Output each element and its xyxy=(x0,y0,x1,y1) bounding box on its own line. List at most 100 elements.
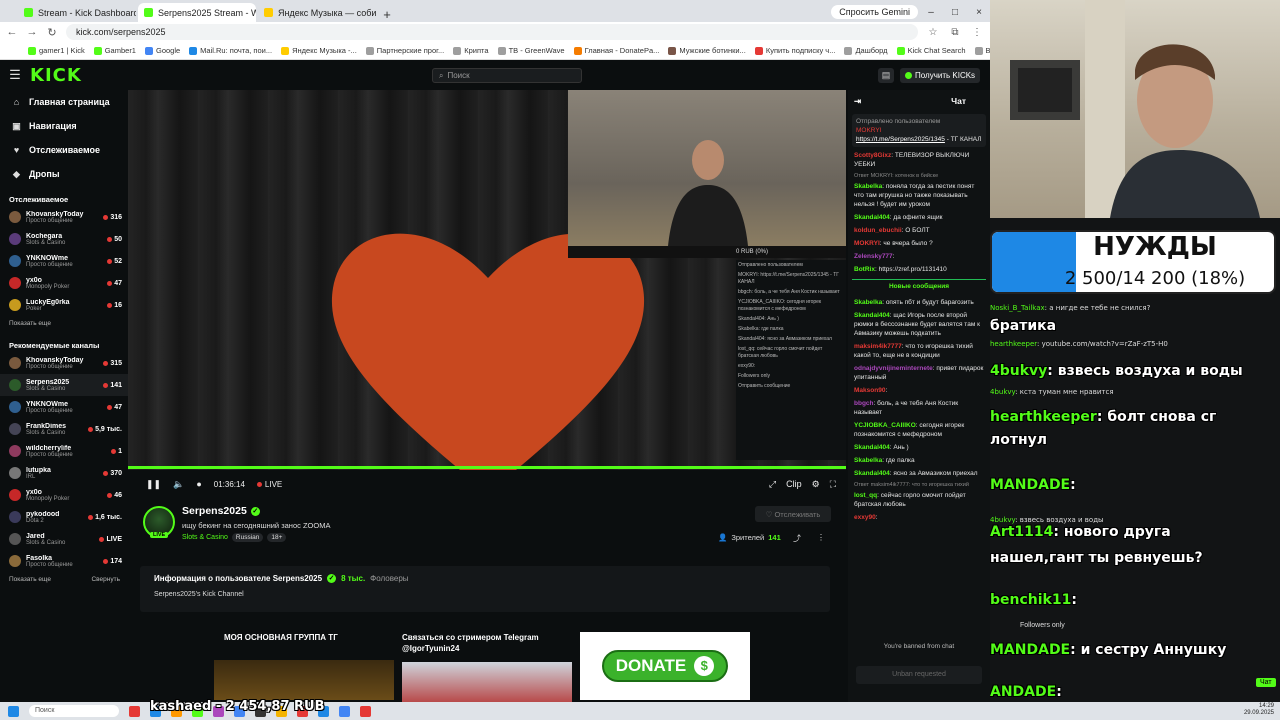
chat-username[interactable]: bbgch xyxy=(854,400,874,407)
panel-telegram-contact[interactable]: Связаться со стримером Telegram @IgorTyu… xyxy=(402,632,572,654)
video-player[interactable]: 0 RUB (0%) Отправлено пользователем MOKRY… xyxy=(128,90,846,470)
bookmark-item[interactable]: Kick Chat Search xyxy=(896,46,966,55)
sidebar-channel[interactable]: yx0o Monopoly Poker 46 xyxy=(0,484,128,506)
chat-message[interactable]: maksim4ik7777: что то игорешка тихий как… xyxy=(848,340,990,362)
donate-panel[interactable]: DONATE $ xyxy=(580,632,750,700)
reload-icon[interactable]: ↻ xyxy=(46,26,58,39)
bookmark-item[interactable]: Дашборд xyxy=(844,46,888,55)
panel-tg-group[interactable]: МОЯ ОСНОВНАЯ ГРУППА ТГ xyxy=(224,632,394,643)
bookmark-item[interactable]: Купить подписку ч... xyxy=(754,46,835,55)
sidebar-channel[interactable]: yx0o Monopoly Poker 47 xyxy=(0,272,128,294)
chat-username[interactable]: lost_qq xyxy=(854,492,877,499)
live-progress-bar[interactable] xyxy=(128,466,846,469)
chat-message[interactable]: Skandal404: щас Игорь после второй рюмки… xyxy=(848,309,990,340)
chat-username[interactable]: Skabelka xyxy=(854,183,882,190)
chat-message[interactable]: Skandal404: Ань ) xyxy=(848,441,990,454)
sidebar-channel[interactable]: pykodood Dota 2 1,6 тыс. xyxy=(0,506,128,528)
url-input[interactable]: kick.com/serpens2025 xyxy=(66,24,918,40)
sidebar-channel[interactable]: YNKNOWme Просто общение 52 xyxy=(0,250,128,272)
chat-message[interactable]: BotRix: https://zref.pro/1131410 xyxy=(848,263,990,276)
back-icon[interactable]: ← xyxy=(6,26,18,38)
chat-message[interactable]: Skandal404: ясно за Авмазиком приехал xyxy=(848,467,990,480)
clip-button[interactable]: Clip xyxy=(786,479,802,489)
tag-language[interactable]: Russian xyxy=(231,533,264,542)
pinned-message[interactable]: Отправлено пользователем MOKRYI https://… xyxy=(852,114,986,147)
sidebar-channel[interactable]: LuckyEg0rka Poker 16 xyxy=(0,294,128,316)
sidebar-channel[interactable]: wildcherrylife Просто общение 1 xyxy=(0,440,128,462)
bookmark-item[interactable]: gamer1 | Kick xyxy=(28,46,85,55)
volume-slider[interactable]: ● xyxy=(196,479,201,489)
pinned-user[interactable]: MOKRYI xyxy=(856,127,882,134)
bookmark-item[interactable]: Gamber1 xyxy=(93,46,136,55)
chat-username[interactable]: exxy90 xyxy=(854,514,876,521)
chat-message[interactable]: odnajdyvnijineminternete: привет пидарок… xyxy=(848,362,990,384)
kick-logo[interactable]: KICK xyxy=(30,65,82,86)
get-kicks-button[interactable]: Получить KICKs xyxy=(900,68,981,83)
share-icon[interactable]: ⤴ xyxy=(793,533,801,544)
taskbar-app-icon[interactable] xyxy=(360,705,371,717)
chat-username[interactable]: Skandal404 xyxy=(854,470,890,477)
show-more-following[interactable]: Показать еще xyxy=(0,316,128,332)
chat-username[interactable]: Skandal404 xyxy=(854,444,890,451)
gemini-button[interactable]: Спросить Gemini xyxy=(831,5,918,19)
bookmark-item[interactable]: Google xyxy=(144,46,180,55)
bookmark-item[interactable]: Mail.Ru: почта, пои... xyxy=(189,46,272,55)
bookmark-item[interactable]: TB - GreenWave xyxy=(497,46,565,55)
sidebar-channel[interactable]: KhovanskyToday Просто общение 315 xyxy=(0,352,128,374)
chat-message[interactable]: Skabelka: опять пбт и будут барагозить xyxy=(848,296,990,309)
pinned-link[interactable]: https://t.me/Serpens2025/1345 xyxy=(856,136,945,143)
show-more-recommended[interactable]: Показать еще xyxy=(9,572,51,588)
sidebar-channel[interactable]: YNKNOWme Просто общение 47 xyxy=(0,396,128,418)
close-window-icon[interactable]: × xyxy=(968,7,990,18)
sidebar-channel[interactable]: Serpens2025 Slots & Casino 141 xyxy=(0,374,128,396)
chat-message[interactable]: exxy90: xyxy=(848,511,990,524)
bookmark-item[interactable]: Яндекс Музыка -... xyxy=(281,46,357,55)
sidebar-nav-drops[interactable]: ◆ Дропы xyxy=(0,162,128,186)
fullscreen-icon[interactable]: ⛶ xyxy=(830,479,836,490)
chat-username[interactable]: Skabelka xyxy=(854,299,882,306)
sidebar-channel[interactable]: lutupka IRL 370 xyxy=(0,462,128,484)
chat-message[interactable]: MOKRYI: че вчера было ? xyxy=(848,237,990,250)
chat-message[interactable]: koldun_ebuchii: О БОЛТ xyxy=(848,224,990,237)
bookmark-item[interactable]: Крипта xyxy=(453,46,489,55)
category-link[interactable]: Slots & Casino xyxy=(182,534,228,541)
browser-tab[interactable]: Serpens2025 Stream - Watch L...× xyxy=(138,3,256,22)
chat-message[interactable]: YCJIOBKA_CAIIIKO: сегодня игорек познако… xyxy=(848,419,990,441)
volume-icon[interactable]: 🔈 xyxy=(173,479,184,490)
chat-message[interactable]: Zelensky777: xyxy=(848,250,990,263)
sidebar-nav-home[interactable]: ⌂ Главная страница xyxy=(0,90,128,114)
chat-username[interactable]: Zelensky777 xyxy=(854,253,893,260)
taskbar-search[interactable]: Поиск xyxy=(29,705,119,717)
chat-username[interactable]: BotRix xyxy=(854,266,875,273)
new-tab-button[interactable]: + xyxy=(378,7,396,22)
panel-tg-image[interactable] xyxy=(214,660,394,700)
pause-icon[interactable]: ❚❚ xyxy=(146,479,161,490)
overlay-chat-button[interactable]: Чат xyxy=(1256,678,1276,687)
library-icon[interactable]: ▤ xyxy=(878,68,894,83)
chat-username[interactable]: Skandal404 xyxy=(854,214,890,221)
bookmark-item[interactable]: Мужские ботинки... xyxy=(668,46,746,55)
extensions-icon[interactable]: ⧉ xyxy=(948,27,962,38)
panel-telegram-image[interactable] xyxy=(402,662,572,702)
sidebar-channel[interactable]: Kochegara Slots & Casino 50 xyxy=(0,228,128,250)
chat-username[interactable]: Makson90 xyxy=(854,387,885,394)
collapse-chat-icon[interactable]: ⇥ xyxy=(854,96,861,107)
sidebar-nav-following[interactable]: ♥ Отслеживаемое xyxy=(0,138,128,162)
maximize-icon[interactable]: □ xyxy=(944,7,966,18)
chat-username[interactable]: maksim4ik7777 xyxy=(854,343,902,350)
sidebar-channel[interactable]: Jared Slots & Casino LIVE xyxy=(0,528,128,550)
chat-username[interactable]: odnajdyvnijineminternete xyxy=(854,365,933,372)
chat-username[interactable]: YCJIOBKA_CAIIIKO xyxy=(854,422,916,429)
chat-message[interactable]: Makson90: xyxy=(848,384,990,397)
browser-tab[interactable]: Яндекс Музыка — собира...× xyxy=(258,3,376,22)
menu-toggle-icon[interactable]: ☰ xyxy=(0,67,30,83)
chat-message[interactable]: lost_qq: сейчас горло смочит пойдет брат… xyxy=(848,489,990,511)
bookmark-item[interactable]: Все за xyxy=(974,46,990,55)
channel-name[interactable]: Serpens2025 xyxy=(182,505,247,517)
chat-message[interactable]: Scotty8Gixz: ТЕЛЕВИЗОР ВЫКЛЮЧИ УЕБКИ xyxy=(848,149,990,171)
chat-message[interactable]: Skandal404: да офните ящик xyxy=(848,211,990,224)
sidebar-nav-browse[interactable]: ▣ Навигация xyxy=(0,114,128,138)
chat-username[interactable]: Skandal404 xyxy=(854,312,890,319)
sidebar-channel[interactable]: Fasolka Просто общение 174 xyxy=(0,550,128,572)
bookmark-item[interactable]: Главная - DonatePa... xyxy=(573,46,659,55)
